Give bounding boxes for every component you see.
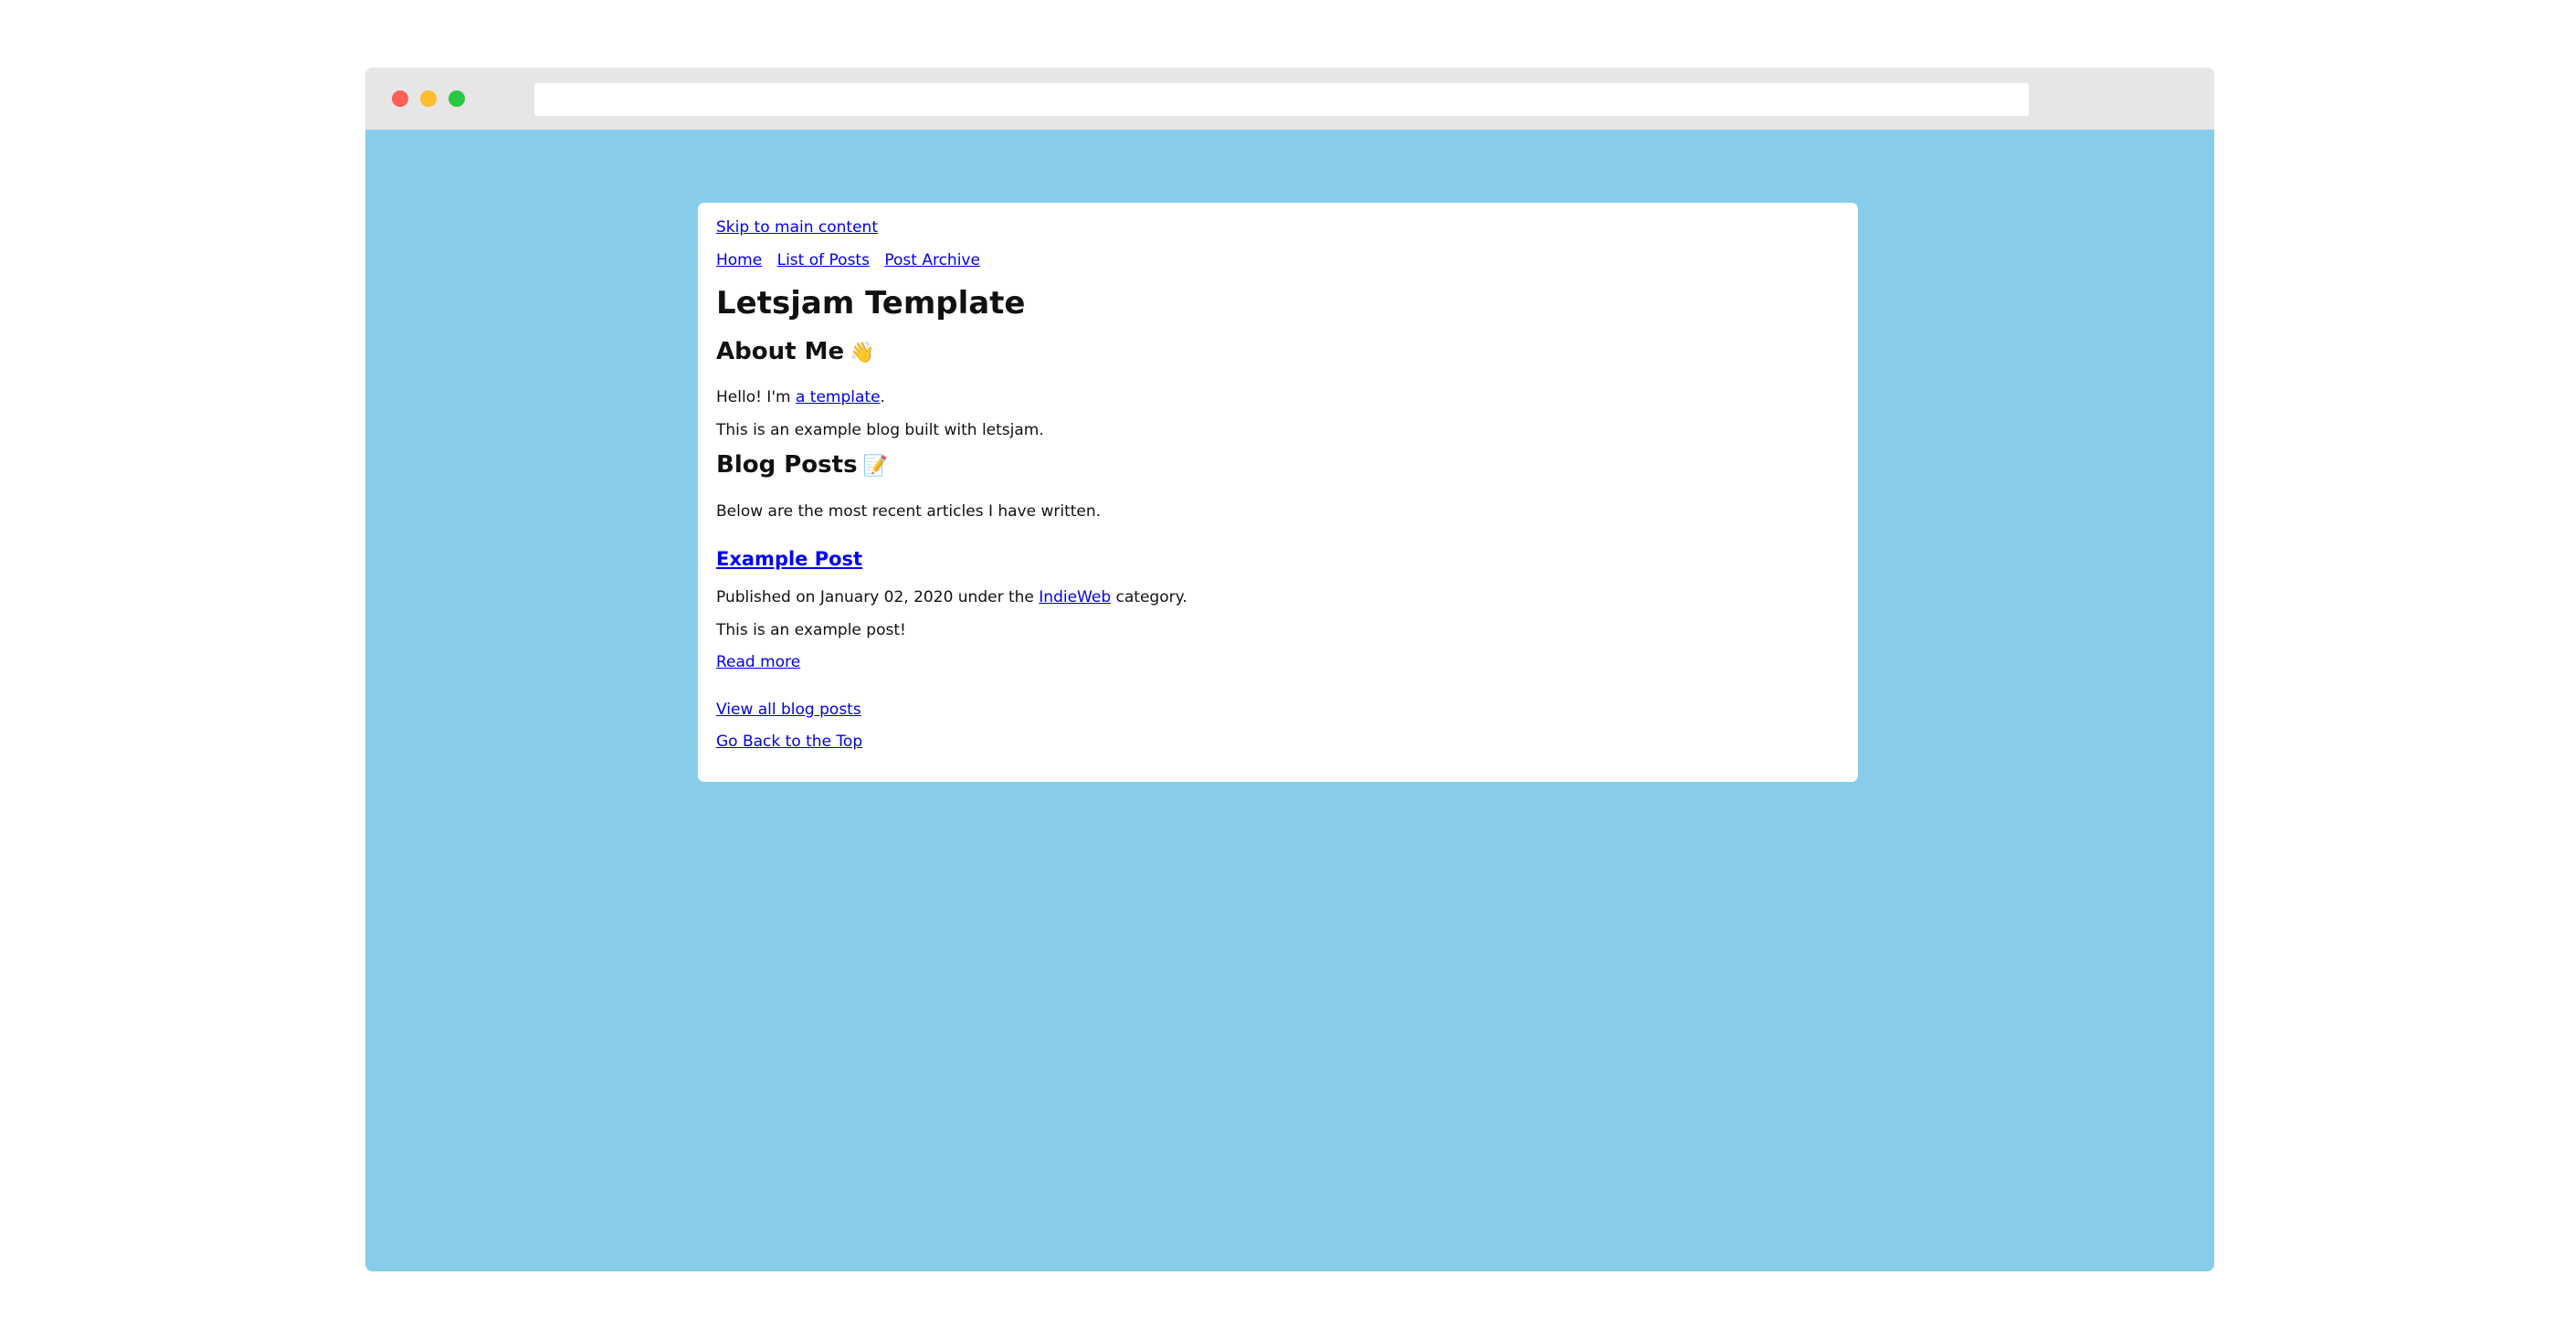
about-heading: About Me 👋 (716, 336, 875, 369)
post-meta-end: category. (1111, 588, 1188, 606)
memo-icon: 📝 (862, 455, 888, 478)
category-link[interactable]: IndieWeb (1039, 588, 1111, 606)
site-title: Letsjam Template (716, 285, 1026, 322)
post-title-link[interactable]: Example Post (716, 546, 862, 572)
browser-titlebar (365, 68, 2214, 130)
site-nav: Home List of Posts Post Archive (716, 249, 990, 271)
minimize-window-button[interactable] (420, 90, 437, 107)
post-meta-text: Published on January 02, 2020 under the (716, 588, 1040, 606)
post-excerpt: This is an example post! (716, 621, 906, 639)
close-window-button[interactable] (392, 90, 408, 107)
template-link[interactable]: a template (796, 388, 881, 406)
browser-window: Skip to main content Home List of Posts … (365, 68, 2214, 1271)
content-card: Skip to main content Home List of Posts … (698, 203, 1858, 782)
nav-home-link[interactable]: Home (716, 251, 762, 269)
about-heading-text: About Me (716, 338, 845, 365)
about-intro-end: . (880, 388, 885, 406)
waving-hand-icon: 👋 (850, 342, 875, 364)
about-description: This is an example blog built with letsj… (716, 421, 1044, 439)
about-intro: Hello! I'm a template. (716, 386, 885, 408)
skip-to-main-link[interactable]: Skip to main content (716, 218, 878, 237)
address-bar[interactable] (534, 83, 2029, 116)
about-intro-text: Hello! I'm (716, 388, 796, 406)
blog-posts-heading-text: Blog Posts (716, 451, 858, 479)
nav-post-archive-link[interactable]: Post Archive (884, 251, 980, 269)
blog-posts-heading: Blog Posts 📝 (716, 449, 888, 482)
maximize-window-button[interactable] (449, 90, 465, 107)
view-all-posts-link[interactable]: View all blog posts (716, 701, 861, 719)
nav-list-of-posts-link[interactable]: List of Posts (777, 251, 870, 269)
page-viewport: Skip to main content Home List of Posts … (365, 130, 2214, 1271)
back-to-top-link[interactable]: Go Back to the Top (716, 733, 862, 751)
post-meta: Published on January 02, 2020 under the … (716, 586, 1188, 608)
read-more-link[interactable]: Read more (716, 653, 800, 671)
blog-description: Below are the most recent articles I hav… (716, 502, 1102, 521)
